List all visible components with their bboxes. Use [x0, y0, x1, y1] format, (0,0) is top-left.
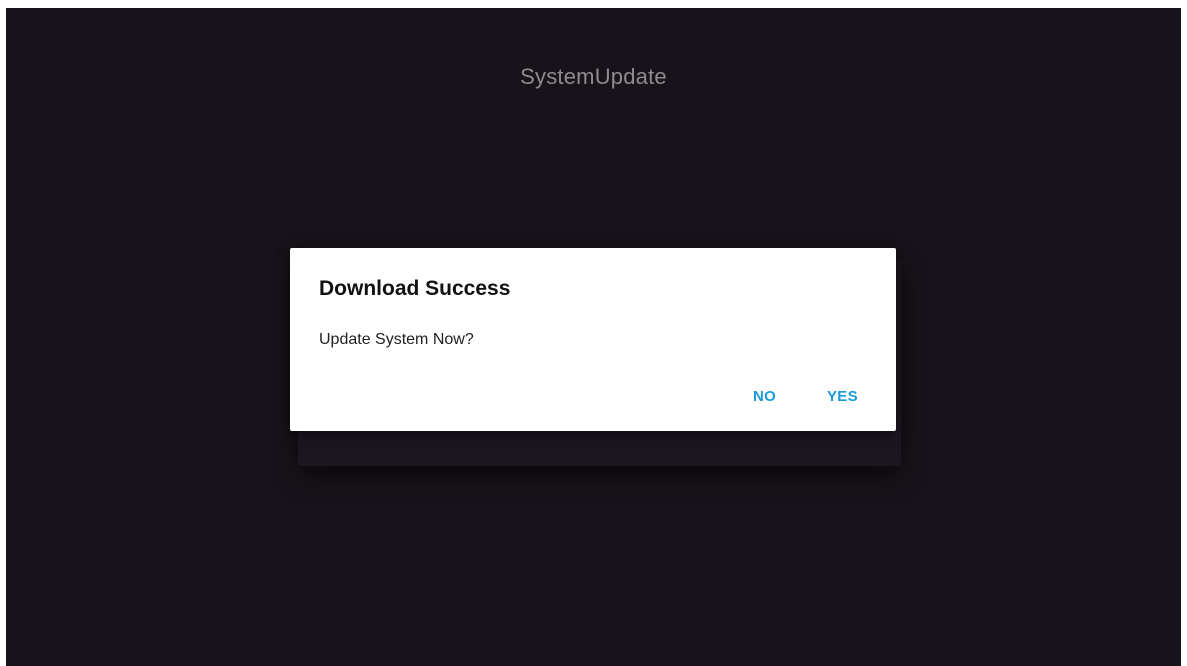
dialog-message: Update System Now? [319, 331, 474, 348]
screen: SystemUpdate Download Success Update Sys… [6, 8, 1181, 666]
no-button[interactable]: NO [749, 386, 780, 407]
app-title: SystemUpdate [520, 64, 667, 89]
dialog-title: Download Success [319, 277, 511, 300]
confirm-dialog: Download Success Update System Now? NO Y… [290, 248, 896, 431]
yes-button[interactable]: YES [823, 386, 862, 407]
